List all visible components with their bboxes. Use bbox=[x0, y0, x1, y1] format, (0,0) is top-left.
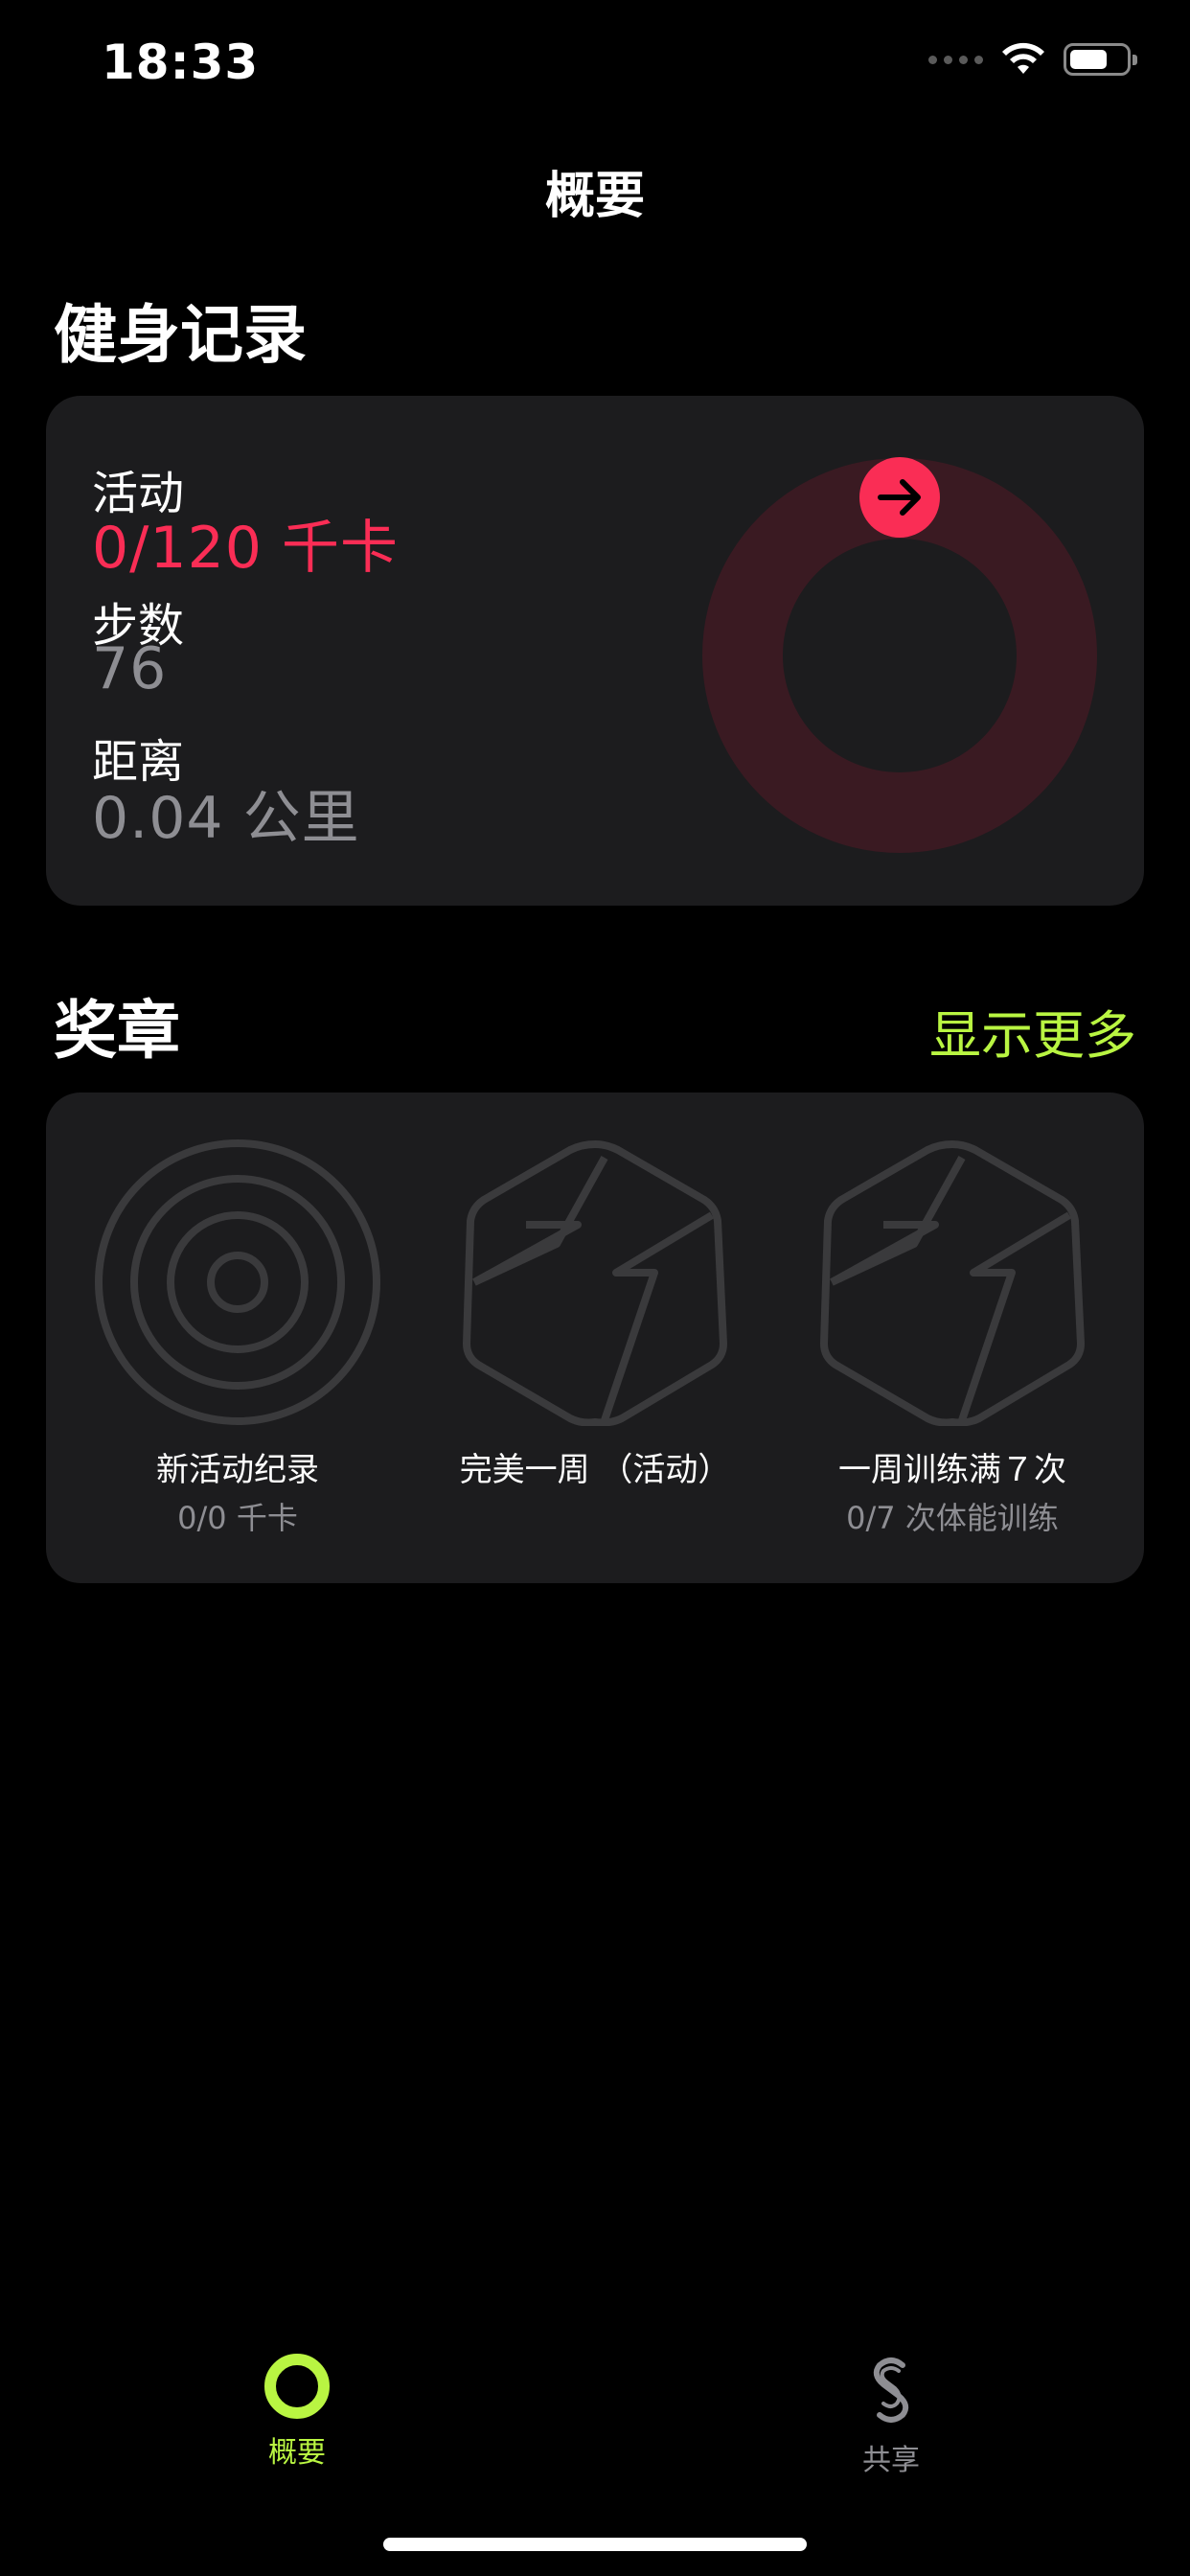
fitness-record-heading: 健身记录 bbox=[54, 298, 307, 372]
distance-value: 0.04 公里 bbox=[92, 785, 360, 852]
hexagon-badge-icon bbox=[819, 1139, 1086, 1426]
page-title: 概要 bbox=[544, 168, 645, 225]
awards-card: 新活动纪录 0/0 千卡 完美一周 （活动） 一周训练满７次 0/7 次体能训练 bbox=[46, 1092, 1144, 1583]
awards-heading: 奖章 bbox=[54, 994, 180, 1068]
status-icons bbox=[928, 42, 1137, 77]
hexagon-badge-icon bbox=[462, 1139, 728, 1426]
cellular-signal-icon bbox=[928, 55, 983, 64]
badge-title: 新活动纪录 bbox=[156, 1451, 319, 1489]
badge-subtitle: 0/0 千卡 bbox=[177, 1500, 298, 1536]
activity-summary-card[interactable]: 活动 0/120 千卡 步数 76 距离 0.04 公里 bbox=[46, 396, 1144, 906]
activity-ring bbox=[701, 457, 1098, 854]
concentric-rings-icon bbox=[95, 1139, 380, 1425]
steps-value: 76 bbox=[92, 635, 168, 702]
badge-subtitle: 0/7 次体能训练 bbox=[846, 1500, 1059, 1536]
sharing-icon bbox=[873, 2358, 909, 2423]
badge-title: 完美一周 （活动） bbox=[459, 1451, 731, 1489]
tab-label: 共享 bbox=[862, 2444, 920, 2477]
activity-ring-icon bbox=[264, 2354, 330, 2419]
show-more-link[interactable]: 显示更多 bbox=[929, 993, 1136, 1069]
badge-title: 一周训练满７次 bbox=[838, 1451, 1066, 1489]
tab-sharing[interactable]: 共享 bbox=[795, 2352, 987, 2478]
status-time: 18:33 bbox=[102, 34, 260, 90]
badge-perfect-week[interactable]: 完美一周 （活动） bbox=[423, 1138, 767, 1494]
activity-ring-track bbox=[702, 458, 1097, 853]
badge-new-activity-record[interactable]: 新活动纪录 0/0 千卡 bbox=[65, 1138, 410, 1538]
tab-label: 概要 bbox=[268, 2436, 326, 2470]
battery-icon bbox=[1064, 43, 1137, 76]
home-indicator[interactable] bbox=[383, 2538, 807, 2551]
activity-value: 0/120 千卡 bbox=[92, 515, 399, 582]
wifi-icon bbox=[1002, 42, 1044, 74]
tab-summary[interactable]: 概要 bbox=[201, 2352, 393, 2471]
badge-seven-workouts-week[interactable]: 一周训练满７次 0/7 次体能训练 bbox=[780, 1138, 1125, 1538]
